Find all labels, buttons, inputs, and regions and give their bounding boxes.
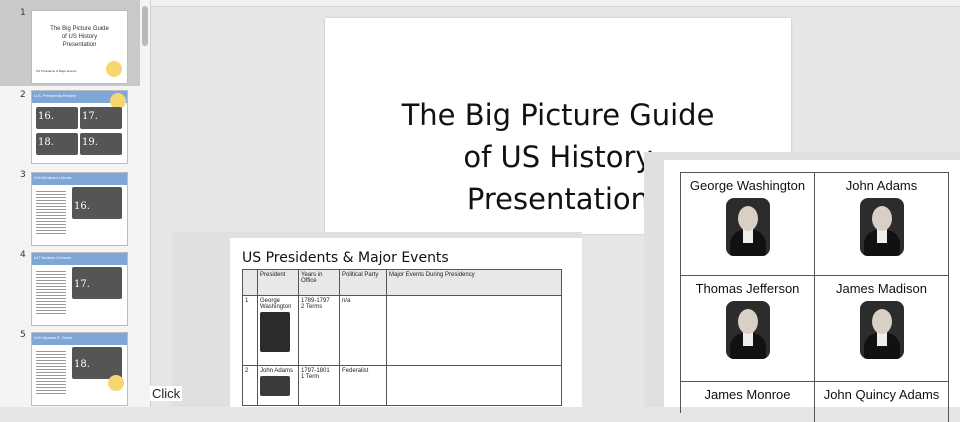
sidebar-scrollbar[interactable] — [142, 6, 148, 46]
slide-number: 5 — [20, 330, 26, 340]
thumb-header: #17 Andrew Johnson — [32, 253, 127, 265]
portrait-cell: George Washington — [681, 173, 815, 276]
portrait-image — [260, 312, 290, 352]
col-header — [242, 269, 258, 296]
title-line: The Big Picture Guide — [401, 98, 715, 132]
slides-panel: 1 The Big Picture Guide of US History Pr… — [0, 0, 151, 407]
slide-thumbnail-row-1[interactable]: 1 The Big Picture Guide of US History Pr… — [0, 0, 140, 86]
thumb-title-line: Presentation — [62, 42, 97, 48]
events-cell — [386, 295, 562, 366]
slide-thumbnail[interactable]: U.S. Presidents Review 16. 17. 18. 19. — [31, 90, 128, 164]
president-name: John Quincy Adams — [823, 387, 940, 402]
table-row: 1 George Washington 1789-1797 2 Terms n/… — [242, 295, 562, 366]
party-cell: n/a — [339, 295, 387, 366]
thumb-title-line: The Big Picture Guide — [50, 26, 109, 32]
slide-thumbnail[interactable]: #16 Abraham Lincoln 16. — [31, 172, 128, 246]
years-cell: 1789-1797 2 Terms — [298, 295, 340, 366]
events-table: President Years in Office Political Part… — [242, 269, 562, 406]
row-number: 1 — [242, 295, 258, 366]
president-name: Thomas Jefferson — [695, 281, 800, 296]
portrait-cell: James Madison — [815, 276, 949, 382]
row-number: 2 — [242, 365, 258, 406]
col-header: President — [257, 269, 299, 296]
president-name: James Monroe — [704, 387, 791, 402]
portrait-page: George Washington John Adams Thomas Jeff… — [664, 160, 960, 422]
portrait-image — [725, 198, 770, 256]
slide-thumbnail[interactable]: #18 Ulysses S. Grant 18. — [31, 332, 128, 406]
president-number: 17. — [82, 111, 98, 122]
col-header: Political Party — [339, 269, 387, 296]
speaker-notes-hint[interactable]: Click — [150, 386, 183, 401]
table-heading: US Presidents & Major Events — [242, 250, 449, 266]
thumb-body-text — [36, 189, 66, 235]
president-name: George Washington — [260, 298, 292, 310]
sticker-icon — [106, 61, 122, 77]
slide-thumbnail-row-3[interactable]: 3 #16 Abraham Lincoln 16. — [0, 166, 140, 246]
president-name: John Adams — [260, 368, 294, 374]
thumb-body-text — [36, 269, 66, 315]
sticker-icon — [108, 375, 124, 391]
president-number: 18. — [74, 359, 90, 370]
president-name: John Adams — [845, 178, 918, 193]
slide-number: 1 — [20, 8, 26, 18]
thumb-body-text — [36, 349, 66, 395]
portrait-grid: George Washington John Adams Thomas Jeff… — [680, 172, 949, 422]
president-number: 19. — [82, 137, 98, 148]
table-row: 2 John Adams 1797-1801 1 Term Federalist — [242, 365, 562, 406]
thumb-footer: US Presidents & Major Events — [36, 69, 77, 73]
slide-thumbnail-row-5[interactable]: 5 #18 Ulysses S. Grant 18. — [0, 326, 140, 407]
slide-thumbnail-row-4[interactable]: 4 #17 Andrew Johnson 17. — [0, 246, 140, 326]
slide-number: 3 — [20, 170, 26, 180]
portrait-cell: John Quincy Adams — [815, 382, 949, 422]
president-number: 18. — [38, 137, 54, 148]
portrait-image — [859, 198, 904, 256]
portrait-grid-preview: George Washington John Adams Thomas Jeff… — [644, 152, 960, 422]
president-number: 16. — [74, 201, 90, 212]
portrait-cell: Thomas Jefferson — [681, 276, 815, 382]
slide-thumbnail[interactable]: #17 Andrew Johnson 17. — [31, 252, 128, 326]
president-cell: George Washington — [257, 295, 299, 366]
slide-number: 4 — [20, 250, 26, 260]
party-cell: Federalist — [339, 365, 387, 406]
portrait-cell: James Monroe — [681, 382, 815, 422]
slide-thumbnail-row-2[interactable]: 2 U.S. Presidents Review 16. 17. 18. 19. — [0, 86, 140, 166]
president-name: George Washington — [689, 178, 806, 193]
slide-number: 2 — [20, 90, 26, 100]
col-header: Years in Office — [298, 269, 340, 296]
thumb-title-line: of US History — [61, 34, 98, 40]
president-number: 17. — [74, 279, 90, 290]
events-table-preview: US Presidents & Major Events President Y… — [172, 232, 582, 407]
portrait-image — [725, 301, 770, 359]
events-cell — [386, 365, 562, 406]
portrait-image — [260, 376, 290, 396]
thumb-header: #16 Abraham Lincoln — [32, 173, 127, 185]
portrait-cell: John Adams — [815, 173, 949, 276]
president-cell: John Adams — [257, 365, 299, 406]
slide-thumbnail[interactable]: The Big Picture Guide of US History Pres… — [31, 10, 128, 84]
thumb-header: #18 Ulysses S. Grant — [32, 333, 127, 345]
president-number: 16. — [38, 111, 54, 122]
president-name: James Madison — [835, 281, 928, 296]
portrait-image — [859, 301, 904, 359]
table-page: US Presidents & Major Events President Y… — [230, 238, 582, 407]
years-cell: 1797-1801 1 Term — [298, 365, 340, 406]
col-header: Major Events During Presidency — [386, 269, 562, 296]
